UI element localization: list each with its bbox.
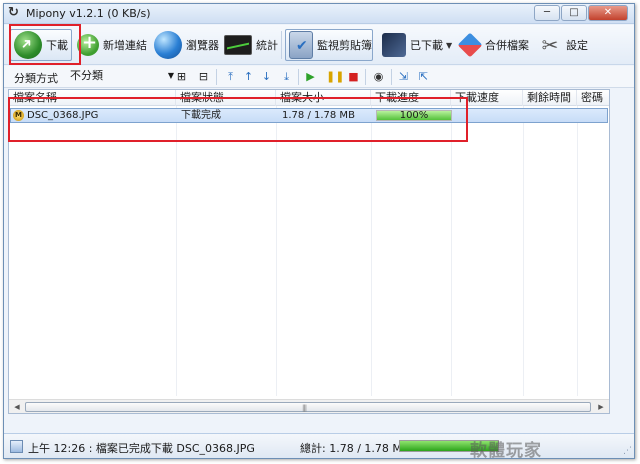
download-progress-bar: 100% (376, 110, 452, 121)
export-list-icon[interactable]: ⇱ (417, 70, 430, 83)
collapse-all-icon[interactable]: ⊟ (197, 70, 210, 83)
chevron-down-icon: ▼ (446, 40, 453, 50)
add-link-label: 新增連結 (103, 39, 147, 52)
merge-files-label: 合併檔案 (485, 39, 529, 52)
downloaded-folder-icon (382, 33, 406, 57)
move-top-icon[interactable]: ⤒ (224, 70, 237, 83)
add-link-button[interactable]: 新增連結 (74, 29, 150, 61)
download-button[interactable]: 下載 (10, 29, 72, 61)
pause-icon[interactable]: ❚❚ (326, 70, 344, 83)
status-bar: 上午 12:26 : 檔案已完成下載 DSC_0368.JPG 總計: 1.78… (4, 433, 634, 461)
subbar-divider (365, 69, 366, 85)
stats-label: 統計 (256, 39, 278, 52)
stop-icon[interactable]: ■ (347, 70, 360, 83)
downloaded-label: 已下載 (410, 39, 443, 52)
file-status-cell: 下載完成 (181, 110, 221, 121)
column-header-size[interactable]: 檔案大小 (276, 90, 371, 106)
file-name-cell: DSC_0368.JPG (27, 110, 99, 121)
group-by-label: 分類方式 (14, 72, 58, 85)
hoster-file-icon: M (13, 110, 24, 121)
stats-button[interactable]: 統計 (221, 29, 281, 61)
app-window: ↻ Mipony v1.2.1 (0 KB/s) ─ □ ✕ 下載 新增連結 瀏… (3, 3, 635, 461)
grip-icon: ||| (302, 404, 307, 412)
subbar-divider (216, 69, 217, 85)
column-header-progress[interactable]: 下載進度 (371, 90, 451, 106)
maximize-button[interactable]: □ (561, 5, 587, 21)
column-header-name[interactable]: 檔案名稱 (9, 90, 176, 106)
scroll-left-icon[interactable]: ◀ (10, 401, 24, 413)
filter-toolbar: 分類方式 不分類 ▼ ⊞ ⊟ ⤒ ↑ ↓ ⤓ ▶ ❚❚ ■ ◉ ⇲ ⇱ (4, 66, 634, 88)
scrollbar-thumb[interactable]: ||| (25, 402, 591, 412)
column-header-speed[interactable]: 下載速度 (451, 90, 523, 106)
column-gridline (523, 106, 524, 396)
progress-text: 100% (399, 110, 429, 121)
settings-button[interactable]: ✂ 設定 (535, 29, 591, 61)
status-log-icon[interactable] (10, 440, 23, 453)
tools-icon: ✂ (541, 33, 559, 57)
total-size-label: 總計: 1.78 / 1.78 MB (300, 442, 410, 455)
column-gridline (451, 106, 452, 396)
merge-files-icon (457, 32, 483, 58)
download-globe-icon (14, 31, 42, 59)
group-by-select[interactable]: 不分類 ▼ (66, 68, 178, 85)
table-header: 檔案名稱 檔案狀態 檔案大小 下載進度 下載速度 剩餘時間 密碼 (9, 90, 609, 106)
file-size-cell: 1.78 / 1.78 MB (282, 110, 355, 121)
subbar-divider (391, 69, 392, 85)
start-icon[interactable]: ▶ (304, 70, 317, 83)
monitor-clipboard-toggle[interactable]: 監視剪貼簿 (285, 29, 373, 61)
download-label: 下載 (46, 39, 68, 52)
minimize-button[interactable]: ─ (534, 5, 560, 21)
monitor-clipboard-label: 監視剪貼簿 (317, 39, 372, 52)
column-header-remaining[interactable]: 剩餘時間 (523, 90, 577, 106)
site-watermark: 軟體玩家 (470, 441, 542, 461)
record-icon[interactable]: ◉ (372, 70, 385, 83)
window-title: Mipony v1.2.1 (0 KB/s) (26, 7, 151, 20)
scroll-right-icon[interactable]: ▶ (594, 401, 608, 413)
window-controls: ─ □ ✕ (533, 5, 628, 21)
column-gridline (577, 106, 578, 396)
column-header-status[interactable]: 檔案狀態 (176, 90, 276, 106)
import-list-icon[interactable]: ⇲ (397, 70, 410, 83)
mipony-logo-icon: ↻ (8, 5, 19, 20)
column-gridline (276, 106, 277, 396)
downloaded-menu-button[interactable]: 已下載 ▼ (379, 29, 455, 61)
downloads-table: 檔案名稱 檔案狀態 檔案大小 下載進度 下載速度 剩餘時間 密碼 M DSC_0… (8, 89, 610, 414)
horizontal-scrollbar[interactable]: ◀ ||| ▶ (9, 399, 609, 413)
clipboard-icon (289, 31, 313, 59)
settings-label: 設定 (566, 39, 588, 52)
subbar-divider (298, 69, 299, 85)
move-up-icon[interactable]: ↑ (242, 70, 255, 83)
expand-all-icon[interactable]: ⊞ (175, 70, 188, 83)
browser-button[interactable]: 瀏覽器 (151, 29, 222, 61)
browser-label: 瀏覽器 (186, 39, 219, 52)
toolbar-divider (281, 31, 282, 59)
main-toolbar: 下載 新增連結 瀏覽器 統計 監視剪貼簿 已下載 ▼ 合併檔案 ✂ (4, 25, 634, 65)
table-row[interactable]: M DSC_0368.JPG 下載完成 1.78 / 1.78 MB 100% (10, 108, 608, 123)
status-message: 上午 12:26 : 檔案已完成下載 DSC_0368.JPG (28, 442, 255, 455)
close-button[interactable]: ✕ (588, 5, 628, 21)
move-down-icon[interactable]: ↓ (260, 70, 273, 83)
column-gridline (371, 106, 372, 396)
add-link-icon (77, 32, 99, 56)
title-bar: ↻ Mipony v1.2.1 (0 KB/s) ─ □ ✕ (4, 4, 634, 24)
resize-grip-icon[interactable]: ⋰ (623, 446, 632, 456)
stats-graph-icon (224, 35, 252, 55)
column-gridline (176, 106, 177, 396)
move-bottom-icon[interactable]: ⤓ (280, 70, 293, 83)
chevron-down-icon: ▼ (167, 71, 174, 80)
merge-files-button[interactable]: 合併檔案 (456, 29, 532, 61)
column-header-password[interactable]: 密碼 (577, 90, 609, 106)
globe-icon (154, 31, 182, 59)
group-by-value: 不分類 (70, 69, 103, 82)
